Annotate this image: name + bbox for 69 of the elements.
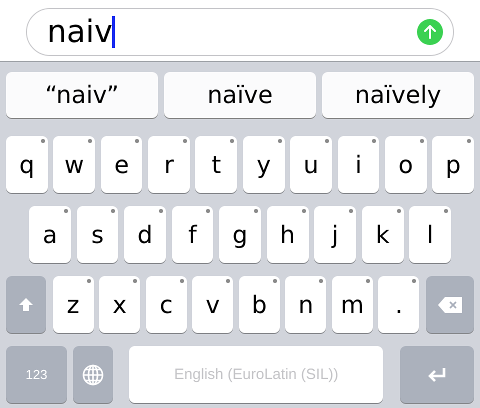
dot-icon: [272, 279, 277, 283]
letter-key[interactable]: x: [99, 276, 140, 333]
message-text: naiv: [47, 13, 113, 52]
letter-key[interactable]: k: [362, 206, 404, 263]
shift-key[interactable]: [6, 276, 46, 333]
letter-key[interactable]: m: [332, 276, 373, 333]
letter-key[interactable]: j: [314, 206, 356, 263]
dot-icon: [180, 279, 184, 283]
dot-icon: [372, 139, 376, 143]
dot-icon: [396, 209, 401, 213]
dot-icon: [467, 139, 471, 143]
letter-key[interactable]: p: [432, 136, 474, 193]
letter-key[interactable]: a: [29, 206, 71, 263]
dot-icon: [230, 139, 234, 143]
letter-key[interactable]: s: [76, 206, 118, 263]
dot-icon: [182, 139, 187, 143]
suggestion-button[interactable]: naïvely: [322, 72, 474, 118]
delete-key[interactable]: [426, 276, 474, 333]
letter-key[interactable]: u: [290, 136, 332, 193]
dot-icon: [206, 209, 210, 213]
letter-key[interactable]: d: [124, 206, 166, 263]
dot-icon: [226, 279, 230, 283]
letter-key[interactable]: f: [172, 206, 214, 263]
letter-key[interactable]: h: [266, 206, 308, 263]
shift-icon: [18, 297, 34, 312]
globe-icon: [82, 364, 104, 386]
dot-icon: [412, 279, 416, 283]
letter-key[interactable]: .: [378, 276, 420, 333]
letter-key[interactable]: e: [100, 136, 142, 193]
dot-icon: [88, 139, 92, 143]
globe-key[interactable]: [72, 346, 113, 403]
letter-key[interactable]: g: [219, 206, 261, 263]
dot-icon: [278, 139, 282, 143]
letter-key[interactable]: c: [146, 276, 187, 333]
letter-key[interactable]: i: [338, 136, 380, 193]
letter-key[interactable]: o: [384, 136, 427, 193]
letter-key[interactable]: v: [192, 276, 234, 333]
dot-icon: [40, 139, 45, 143]
letter-key[interactable]: q: [6, 136, 48, 193]
letter-key[interactable]: b: [238, 276, 280, 333]
backspace-icon: [438, 296, 462, 312]
dot-icon: [135, 139, 140, 143]
letter-key[interactable]: r: [148, 136, 190, 193]
dot-icon: [420, 139, 424, 143]
letter-key[interactable]: y: [242, 136, 285, 193]
dot-icon: [86, 279, 91, 283]
dot-icon: [302, 209, 306, 213]
letter-key[interactable]: l: [409, 206, 452, 263]
suggestion-button[interactable]: naïve: [164, 72, 316, 118]
dot-icon: [158, 209, 163, 213]
dot-icon: [319, 279, 324, 283]
letter-key[interactable]: t: [195, 136, 238, 193]
message-field[interactable]: naiv: [26, 8, 454, 56]
dot-icon: [366, 279, 370, 283]
letter-key[interactable]: w: [53, 136, 96, 193]
dot-icon: [444, 209, 448, 213]
letter-key[interactable]: n: [285, 276, 326, 333]
return-key[interactable]: [400, 346, 474, 403]
dot-icon: [349, 209, 354, 213]
send-icon[interactable]: [417, 19, 443, 45]
return-icon: [427, 366, 447, 382]
letter-key[interactable]: z: [52, 276, 94, 333]
text-cursor: [112, 16, 115, 48]
dot-icon: [254, 209, 258, 213]
dot-icon: [111, 209, 116, 213]
dot-icon: [64, 209, 68, 213]
dot-icon: [324, 139, 329, 143]
suggestion-button[interactable]: “naiv”: [6, 72, 158, 118]
dot-icon: [133, 279, 138, 283]
